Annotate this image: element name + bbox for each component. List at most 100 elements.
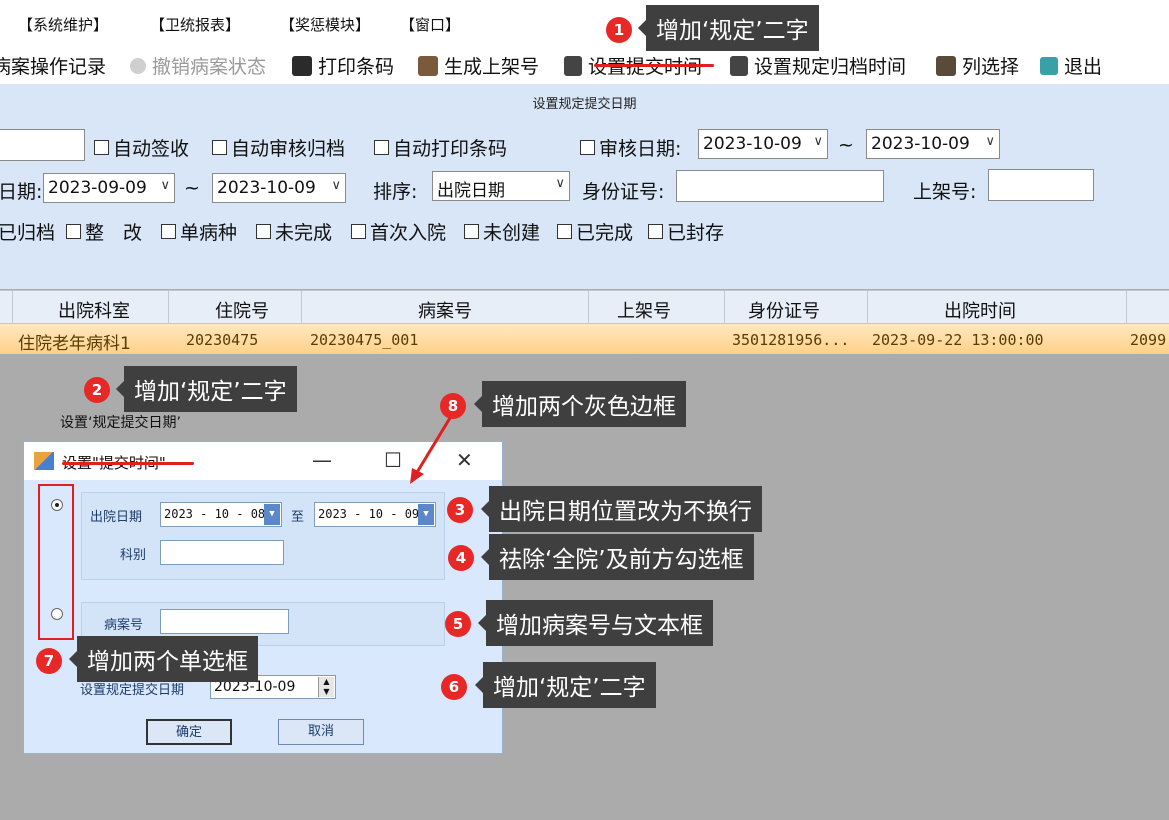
- audit-date-box[interactable]: [580, 140, 595, 155]
- column-divider: [1126, 291, 1127, 325]
- auto-audit-checkbox[interactable]: 自动审核归档: [212, 134, 345, 161]
- chevron-down-icon[interactable]: ∨: [555, 176, 565, 191]
- callout-3: 出院日期位置改为不换行: [481, 486, 762, 532]
- status-not-created[interactable]: 未创建: [464, 218, 540, 245]
- sealed-box[interactable]: [648, 224, 663, 239]
- status-sealed[interactable]: 已封存: [648, 218, 724, 245]
- auto-sign-checkbox[interactable]: 自动签收: [94, 134, 189, 161]
- status-rectify[interactable]: 整 改: [66, 218, 142, 245]
- callout-number: 6: [441, 674, 467, 700]
- date-range-radio[interactable]: [51, 499, 63, 511]
- generate-shelf-number-button[interactable]: 生成上架号: [418, 52, 539, 79]
- col-inpatient-no[interactable]: 住院号: [215, 297, 269, 323]
- strikethrough-mark: [62, 462, 194, 465]
- set-archive-time-button[interactable]: 设置规定归档时间: [730, 52, 906, 79]
- col-discharge-time[interactable]: 出院时间: [944, 297, 1016, 323]
- chevron-down-icon[interactable]: ∨: [331, 178, 341, 193]
- generate-icon: [418, 55, 438, 76]
- col-dept[interactable]: 出院科室: [58, 297, 130, 323]
- status-first-admission[interactable]: 首次入院: [351, 218, 446, 245]
- column-divider: [301, 291, 302, 325]
- callout-number: 3: [447, 497, 473, 523]
- cancel-button[interactable]: 取消: [278, 719, 364, 745]
- sort-select[interactable]: 出院日期 ∨: [432, 171, 570, 201]
- menu-reward-penalty[interactable]: 【奖惩模块】: [280, 14, 370, 35]
- column-select-button[interactable]: 列选择: [936, 52, 1019, 79]
- case-operation-log-button[interactable]: 病案操作记录: [0, 52, 106, 79]
- callout-arrow: [410, 417, 452, 484]
- columns-icon: [936, 55, 956, 76]
- date-from-picker[interactable]: 2023 - 10 - 08 ▼: [160, 502, 282, 527]
- table-row[interactable]: 住院老年病科1 20230475 20230475_001 3501281956…: [0, 324, 1169, 354]
- ok-button[interactable]: 确定: [146, 719, 232, 745]
- incomplete-box[interactable]: [256, 224, 271, 239]
- status-archived[interactable]: 已归档: [0, 218, 55, 245]
- discharge-date-from[interactable]: 2023-09-09 ∨: [43, 173, 175, 203]
- spin-arrows-icon[interactable]: ▲ ▼: [318, 677, 334, 697]
- chevron-down-icon[interactable]: ∨: [813, 134, 823, 149]
- printer-icon: [292, 55, 312, 76]
- auto-sign-box[interactable]: [94, 140, 109, 155]
- rectify-box[interactable]: [66, 224, 81, 239]
- chevron-down-icon[interactable]: ▼: [264, 504, 280, 525]
- menu-window[interactable]: 【窗口】: [400, 14, 460, 35]
- audit-date-from-value: 2023-10-09: [703, 134, 802, 154]
- close-icon[interactable]: ✕: [456, 448, 473, 472]
- sort-value: 出院日期: [437, 181, 505, 201]
- shelf-no-input[interactable]: [988, 169, 1094, 201]
- callout-1: 增加‘规定’二字: [638, 5, 819, 51]
- idcard-input[interactable]: [676, 170, 884, 202]
- calendar-icon: [564, 55, 582, 76]
- completed-box[interactable]: [557, 224, 572, 239]
- status-single-disease[interactable]: 单病种: [161, 218, 237, 245]
- not-created-box[interactable]: [464, 224, 479, 239]
- auto-print-box[interactable]: [374, 140, 389, 155]
- dept-input[interactable]: [160, 540, 284, 565]
- discharge-date-to-value: 2023-10-09: [217, 178, 316, 198]
- filter-title: 设置规定提交日期: [0, 84, 1169, 116]
- callout-number: 4: [448, 545, 474, 571]
- revoke-case-status-button[interactable]: 撤销病案状态: [130, 52, 266, 79]
- chevron-down-icon[interactable]: ▼: [418, 504, 434, 525]
- discharge-date-label: 出院日期: [90, 510, 143, 525]
- maximize-icon[interactable]: ☐: [384, 448, 402, 472]
- audit-date-checkbox[interactable]: 审核日期:: [580, 134, 681, 161]
- exit-button[interactable]: 退出: [1040, 52, 1102, 79]
- menu-system-maintenance[interactable]: 【系统维护】: [18, 14, 108, 35]
- auto-audit-box[interactable]: [212, 140, 227, 155]
- col-idcard[interactable]: 身份证号: [748, 297, 820, 323]
- col-shelf-no[interactable]: 上架号: [617, 297, 671, 323]
- status-completed[interactable]: 已完成: [557, 218, 633, 245]
- dialog-caption: 设置‘规定提交日期’: [60, 415, 181, 431]
- chevron-down-icon[interactable]: ∨: [160, 178, 170, 193]
- discharge-date-label: 日期:: [0, 181, 43, 203]
- filter-text-input[interactable]: [0, 129, 85, 161]
- status-archived-label: 已归档: [0, 222, 56, 244]
- cell-case-no: 20230475_001: [310, 331, 419, 349]
- status-incomplete[interactable]: 未完成: [256, 218, 332, 245]
- callout-5: 增加病案号与文本框: [478, 600, 713, 646]
- case-operation-log-label: 病案操作记录: [0, 56, 107, 78]
- minimize-icon[interactable]: —: [312, 448, 332, 472]
- case-no-input[interactable]: [160, 609, 289, 634]
- cell-idcard: 3501281956...: [732, 331, 850, 349]
- discharge-date-to[interactable]: 2023-10-09 ∨: [212, 173, 346, 203]
- case-no-radio[interactable]: [51, 608, 63, 620]
- first-admission-box[interactable]: [351, 224, 366, 239]
- callout-number: 1: [606, 17, 632, 43]
- audit-date-from[interactable]: 2023-10-09 ∨: [698, 129, 828, 159]
- column-divider: [588, 291, 589, 325]
- single-disease-box[interactable]: [161, 224, 176, 239]
- audit-date-to[interactable]: 2023-10-09 ∨: [866, 129, 1000, 159]
- auto-print-checkbox[interactable]: 自动打印条码: [374, 134, 507, 161]
- print-barcode-button[interactable]: 打印条码: [292, 52, 394, 79]
- toolbar: 病案操作记录 撤销病案状态 打印条码 生成上架号 设置提交时间 设置规定归档时间…: [0, 44, 1169, 84]
- col-case-no[interactable]: 病案号: [418, 297, 472, 323]
- menu-health-statistics[interactable]: 【卫统报表】: [150, 14, 240, 35]
- grid-header: 出院科室 住院号 病案号 上架号 身份证号 出院时间: [0, 290, 1169, 325]
- chevron-down-icon[interactable]: ∨: [985, 134, 995, 149]
- date-to-picker[interactable]: 2023 - 10 - 09 ▼: [314, 502, 436, 527]
- print-barcode-label: 打印条码: [318, 56, 395, 78]
- revoke-case-status-label: 撤销病案状态: [152, 56, 267, 78]
- cell-dept: 住院老年病科1: [18, 334, 131, 354]
